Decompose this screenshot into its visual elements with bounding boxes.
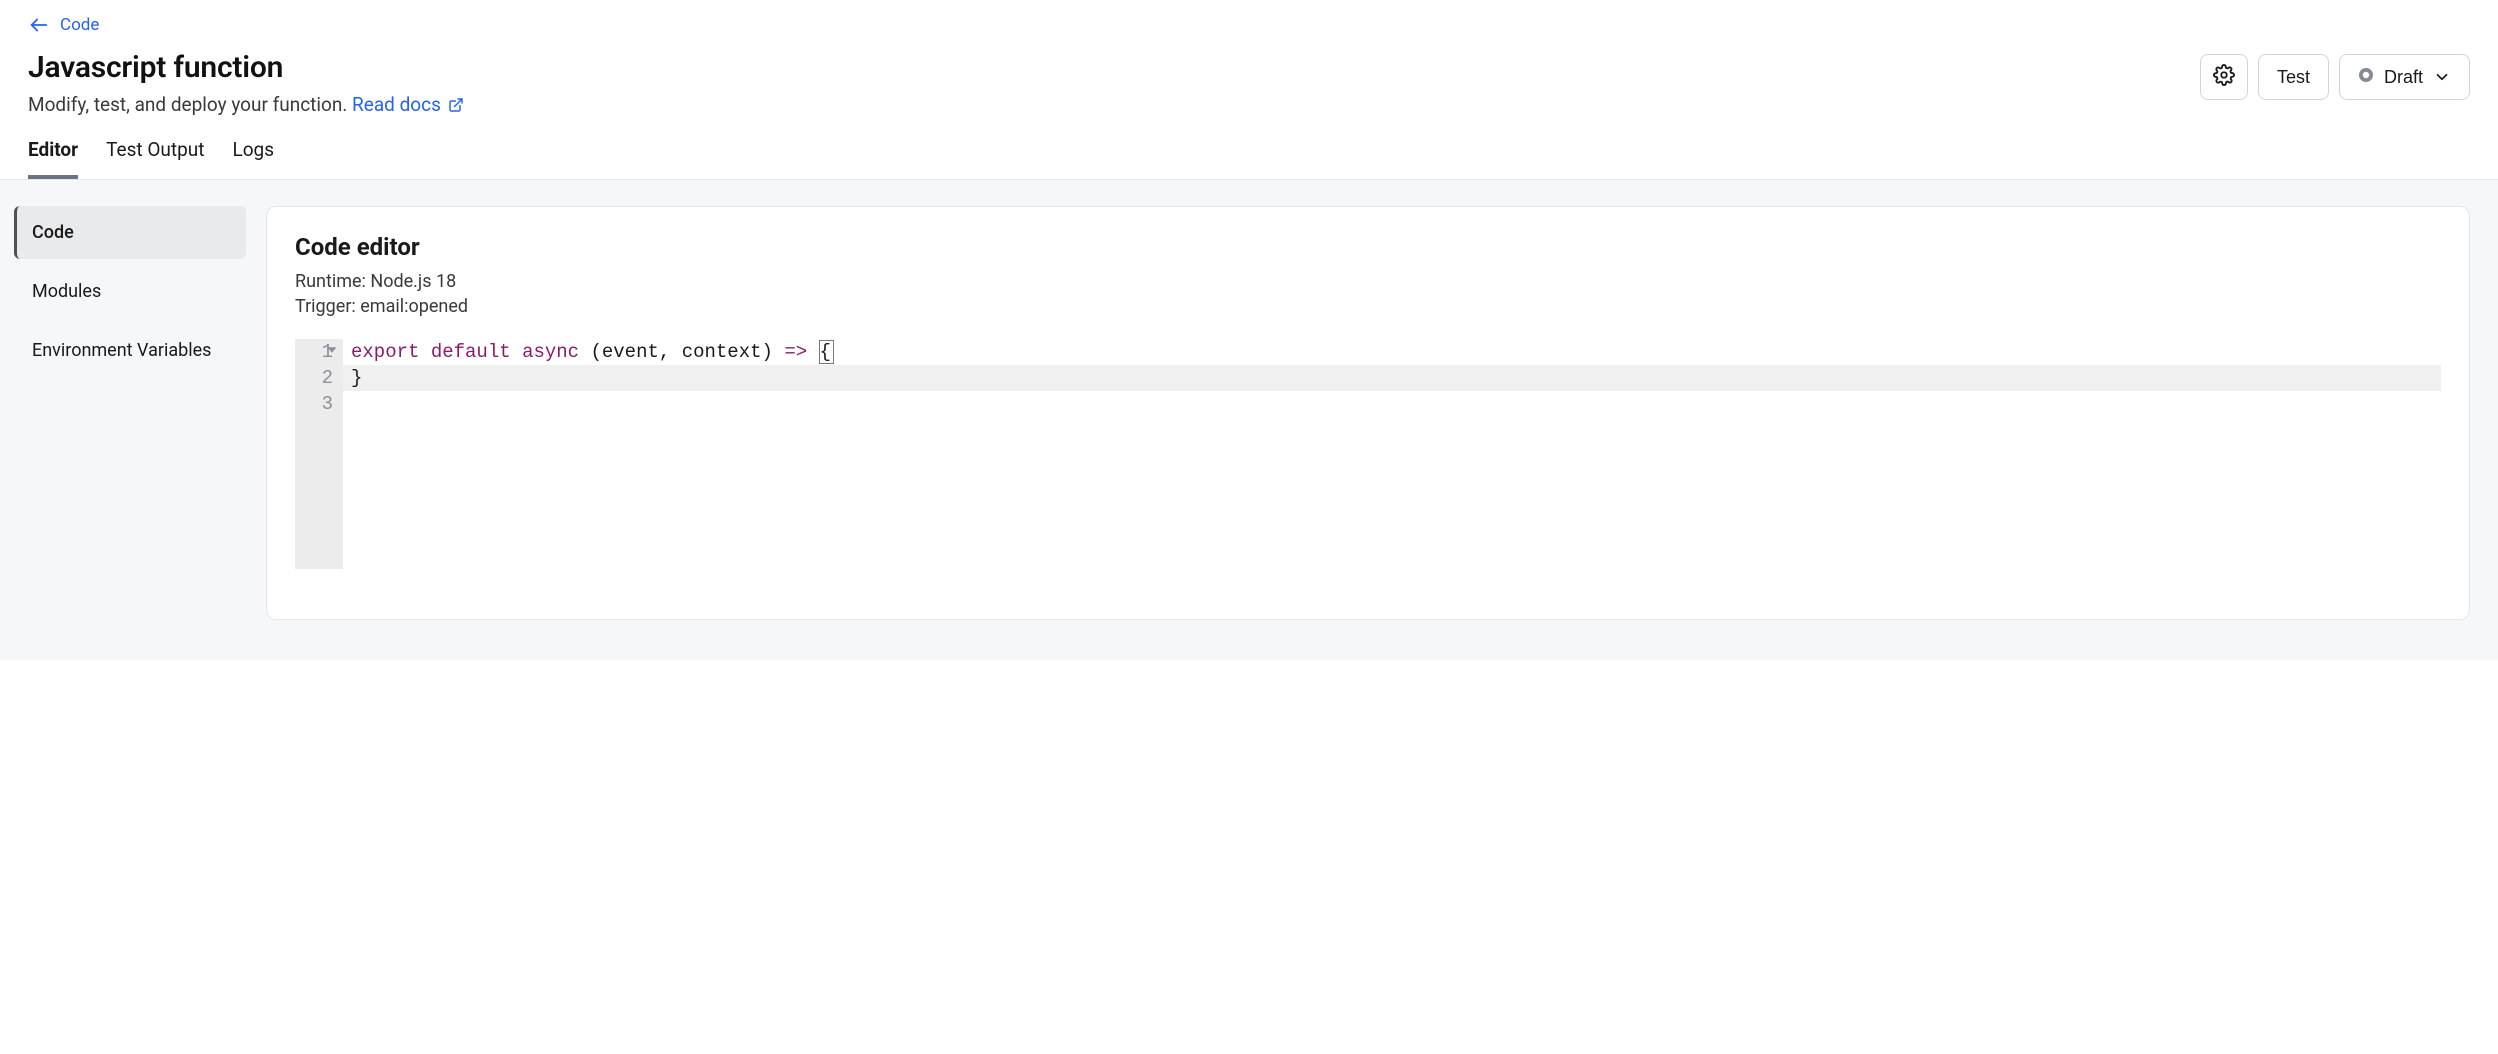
trigger-value: email:opened: [360, 296, 468, 317]
status-dropdown[interactable]: Draft: [2339, 54, 2470, 100]
tok: {: [820, 341, 831, 363]
settings-button[interactable]: [2200, 54, 2248, 100]
panel-title: Code editor: [295, 233, 2441, 261]
read-docs-label: Read docs: [352, 93, 441, 116]
trigger-line: Trigger: email:opened: [295, 296, 2441, 317]
gutter-line-3: 3: [295, 391, 335, 417]
chevron-down-icon: [2433, 68, 2451, 86]
gutter-line-1: 1: [295, 339, 335, 365]
code-content[interactable]: export default async (event, context) =>…: [343, 339, 2441, 569]
gear-icon: [2213, 64, 2235, 91]
code-editor-panel: Code editor Runtime: Node.js 18 Trigger:…: [266, 206, 2470, 620]
tok: }: [351, 367, 362, 389]
status-dot-icon: [2358, 67, 2374, 88]
runtime-value: Node.js 18: [370, 271, 456, 292]
cursor: {: [819, 340, 834, 364]
title-block: Javascript function Modify, test, and de…: [28, 50, 464, 116]
tok: (event, context): [579, 341, 784, 363]
breadcrumb: Code: [0, 0, 2498, 36]
tok: =>: [784, 341, 807, 363]
page-title: Javascript function: [28, 50, 464, 85]
tok: default: [431, 341, 511, 363]
sidenav-item-modules[interactable]: Modules: [14, 265, 246, 318]
test-button-label: Test: [2277, 67, 2310, 88]
code-editor[interactable]: 1 2 3 export default async (event, conte…: [295, 339, 2441, 569]
runtime-prefix: Runtime:: [295, 271, 370, 292]
tok: async: [522, 341, 579, 363]
body-area: Code Modules Environment Variables Code …: [0, 180, 2498, 660]
page-subtitle: Modify, test, and deploy your function. …: [28, 93, 464, 116]
code-line-1[interactable]: export default async (event, context) =>…: [343, 339, 2441, 365]
trigger-prefix: Trigger:: [295, 296, 360, 317]
test-button[interactable]: Test: [2258, 54, 2329, 100]
tab-editor[interactable]: Editor: [28, 138, 78, 179]
header-actions: Test Draft: [2200, 50, 2470, 100]
read-docs-link[interactable]: Read docs: [352, 93, 464, 116]
tabs: Editor Test Output Logs: [0, 116, 2498, 180]
sidenav-item-code[interactable]: Code: [14, 206, 246, 259]
tok: export: [351, 341, 419, 363]
tab-logs[interactable]: Logs: [232, 138, 274, 179]
breadcrumb-back-link[interactable]: Code: [28, 14, 99, 36]
runtime-line: Runtime: Node.js 18: [295, 271, 2441, 292]
sidenav-item-env-vars[interactable]: Environment Variables: [14, 324, 246, 377]
breadcrumb-back-label: Code: [60, 15, 99, 35]
fold-marker-icon[interactable]: [328, 347, 337, 352]
tab-test-output[interactable]: Test Output: [106, 138, 204, 179]
code-line-3[interactable]: }: [343, 365, 2441, 391]
status-label: Draft: [2384, 67, 2423, 88]
sidenav: Code Modules Environment Variables: [14, 206, 246, 620]
page-header: Javascript function Modify, test, and de…: [0, 36, 2498, 116]
gutter-line-2: 2: [295, 365, 335, 391]
external-link-icon: [448, 97, 464, 113]
subtitle-text: Modify, test, and deploy your function.: [28, 93, 352, 116]
arrow-left-icon: [28, 14, 50, 36]
code-gutter: 1 2 3: [295, 339, 343, 569]
